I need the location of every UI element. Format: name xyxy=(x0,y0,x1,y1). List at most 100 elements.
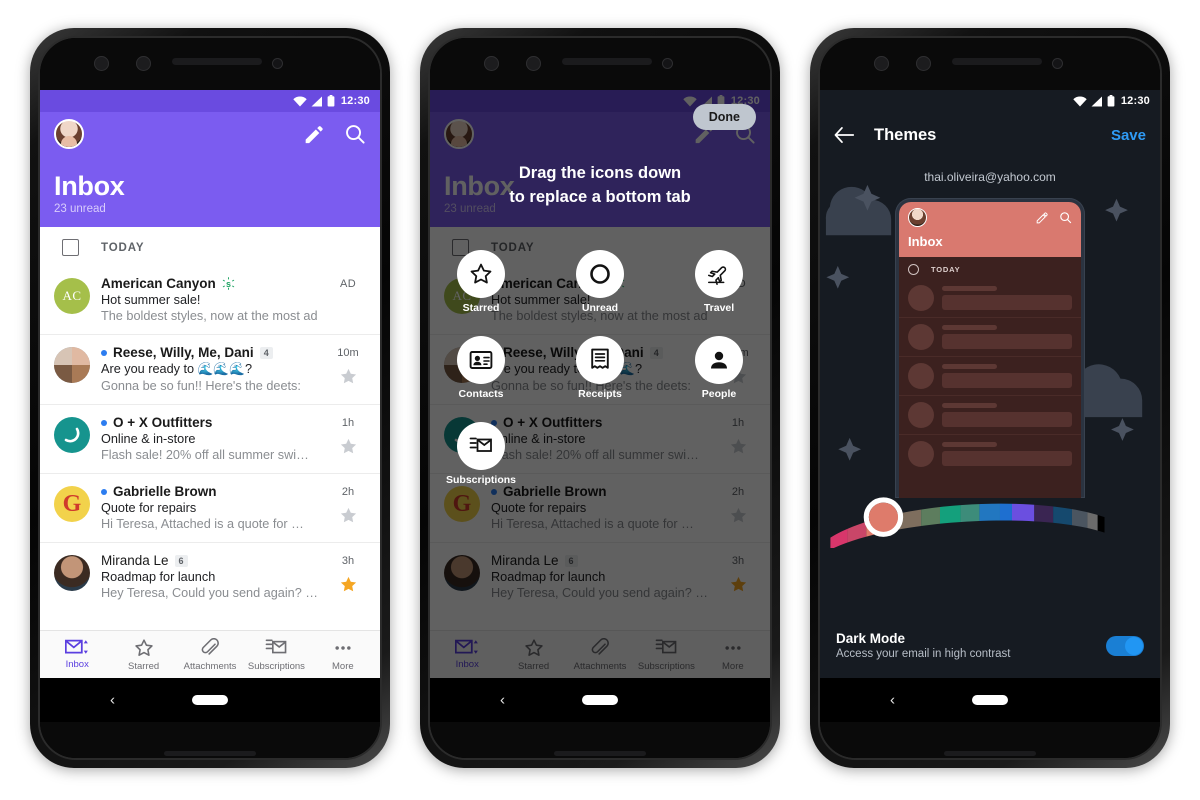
tip-line-2: to replace a bottom tab xyxy=(509,187,691,206)
draggable-icon-starred[interactable]: Starred xyxy=(452,250,510,314)
email-body: Reese, Willy, Me, Dani 4 Are you ready to … xyxy=(101,345,317,393)
email-subject: Are you ready to 🌊🌊🌊? xyxy=(101,362,253,377)
table-row[interactable]: G Gabrielle BrownQuote for repairsHi Tere… xyxy=(40,473,380,542)
avatar[interactable] xyxy=(54,119,84,149)
preview-row xyxy=(899,356,1081,395)
star-icon[interactable] xyxy=(339,575,358,594)
list-section-header: TODAY xyxy=(40,227,380,267)
avatar[interactable] xyxy=(54,347,90,384)
tab-more[interactable]: More xyxy=(310,638,376,672)
bottom-speaker xyxy=(554,751,646,756)
color-picker-handle[interactable] xyxy=(868,502,898,532)
signal-icon xyxy=(311,96,322,106)
phone-mockup-1: 12:30 Inbox 23 unread TODAY AC American … xyxy=(30,28,390,768)
theme-color-slider[interactable] xyxy=(820,488,1115,548)
back-chevron-icon[interactable]: ‹ xyxy=(110,693,115,708)
unread-circle-icon[interactable] xyxy=(576,250,624,298)
contact-card-icon[interactable] xyxy=(457,336,505,384)
page-title: Themes xyxy=(874,125,937,144)
avatar xyxy=(908,208,927,227)
status-bar: 12:30 xyxy=(40,90,380,112)
unread-dot-icon xyxy=(101,488,107,495)
bubble-label: Contacts xyxy=(458,388,504,400)
light-sensor-icon xyxy=(272,58,283,69)
bubble-label: People xyxy=(701,388,737,400)
earpiece-speaker xyxy=(562,58,652,65)
back-chevron-icon[interactable]: ‹ xyxy=(500,693,505,708)
select-all-checkbox[interactable] xyxy=(62,239,79,257)
svg-text:s: s xyxy=(226,279,231,289)
themes-header: Themes Save xyxy=(820,112,1160,158)
star-icon[interactable] xyxy=(339,437,358,456)
compose-pencil-icon xyxy=(1036,212,1048,224)
dark-mode-subtitle: Access your email in high contrast xyxy=(836,648,1011,660)
draggable-icon-people[interactable]: People xyxy=(690,336,748,400)
person-icon[interactable] xyxy=(695,336,743,384)
receipt-icon[interactable] xyxy=(576,336,624,384)
tab-starred[interactable]: Starred xyxy=(110,638,176,672)
draggable-icon-receipts[interactable]: Receipts xyxy=(571,336,629,400)
avatar[interactable] xyxy=(54,555,90,592)
preview-line-long xyxy=(942,373,1072,388)
email-sender: O + X Outfitters xyxy=(113,415,213,431)
tab-inbox[interactable]: Inbox xyxy=(44,638,110,672)
avatar[interactable]: AC xyxy=(54,278,90,315)
preview-screen: Inbox TODAY xyxy=(899,202,1081,498)
draggable-icon-travel[interactable]: Travel xyxy=(690,250,748,314)
star-icon[interactable] xyxy=(339,367,358,386)
star-icon[interactable] xyxy=(457,250,505,298)
preview-select-circle xyxy=(908,264,919,275)
back-chevron-icon[interactable]: ‹ xyxy=(890,693,895,708)
home-pill-icon[interactable] xyxy=(192,695,228,705)
subscriptions-icon[interactable] xyxy=(457,422,505,470)
tab-subscriptions[interactable]: Subscriptions xyxy=(243,638,309,672)
theme-preview: Inbox TODAY xyxy=(895,198,1085,498)
thread-count-badge: 6 xyxy=(174,554,188,567)
back-arrow-icon[interactable] xyxy=(834,126,854,144)
table-row[interactable]: Miranda Le 6 Roadmap for launchHey Teresa,… xyxy=(40,542,380,611)
bottom-speaker xyxy=(164,751,256,756)
tab-attachments[interactable]: Attachments xyxy=(177,638,243,672)
avatar[interactable]: G xyxy=(54,486,90,523)
email-timestamp: AD xyxy=(339,278,357,291)
table-row[interactable]: AC American Canyon s Hot summer sale!The bo… xyxy=(40,266,380,334)
preview-text-lines xyxy=(942,363,1072,388)
mail-header-toolbar xyxy=(54,112,366,156)
preview-avatar xyxy=(908,441,934,467)
table-row[interactable]: Reese, Willy, Me, Dani 4 Are you ready to … xyxy=(40,334,380,404)
draggable-icon-subscriptions[interactable]: Subscriptions xyxy=(446,422,516,486)
home-pill-icon[interactable] xyxy=(972,695,1008,705)
email-timestamp: 2h xyxy=(341,486,355,499)
email-sender-line: Miranda Le 6 xyxy=(101,553,317,568)
done-button[interactable]: Done xyxy=(692,104,756,130)
draggable-icon-unread[interactable]: Unread xyxy=(571,250,629,314)
preview-line-long xyxy=(942,334,1072,349)
airplane-icon[interactable] xyxy=(695,250,743,298)
earpiece-speaker xyxy=(172,58,262,65)
draggable-icon-contacts[interactable]: Contacts xyxy=(452,336,510,400)
phone-mockup-2: 12:30 Inbox 23 unread TODAY xyxy=(420,28,780,768)
front-camera-icon xyxy=(94,56,109,71)
preview-title: Inbox xyxy=(908,234,943,249)
phone-notch xyxy=(40,38,380,90)
avatar[interactable] xyxy=(54,417,90,454)
email-preview: Flash sale! 20% off all summer swi… xyxy=(101,448,309,463)
light-sensor-icon xyxy=(662,58,673,69)
email-timestamp: 1h xyxy=(341,417,355,430)
search-icon[interactable] xyxy=(344,123,366,145)
table-row[interactable]: O + X OutfittersOnline & in-storeFlash s… xyxy=(40,404,380,473)
email-subject: Hot summer sale! xyxy=(101,293,201,308)
dark-mode-setting[interactable]: Dark Mode Access your email in high cont… xyxy=(820,631,1160,660)
inbox-envelope-icon xyxy=(65,638,89,656)
save-button[interactable]: Save xyxy=(1111,127,1146,144)
star-icon[interactable] xyxy=(339,506,358,525)
email-body: Miranda Le 6 Roadmap for launchHey Teresa,… xyxy=(101,553,317,600)
home-pill-icon[interactable] xyxy=(582,695,618,705)
compose-pencil-icon[interactable] xyxy=(302,123,324,145)
front-camera-icon xyxy=(874,56,889,71)
phone-2-screen: 12:30 Inbox 23 unread TODAY xyxy=(430,90,770,678)
system-navigation-bar: ‹ xyxy=(40,678,380,722)
dark-mode-title: Dark Mode xyxy=(836,631,906,646)
dark-mode-toggle[interactable] xyxy=(1106,635,1144,656)
earpiece-speaker xyxy=(952,58,1042,65)
